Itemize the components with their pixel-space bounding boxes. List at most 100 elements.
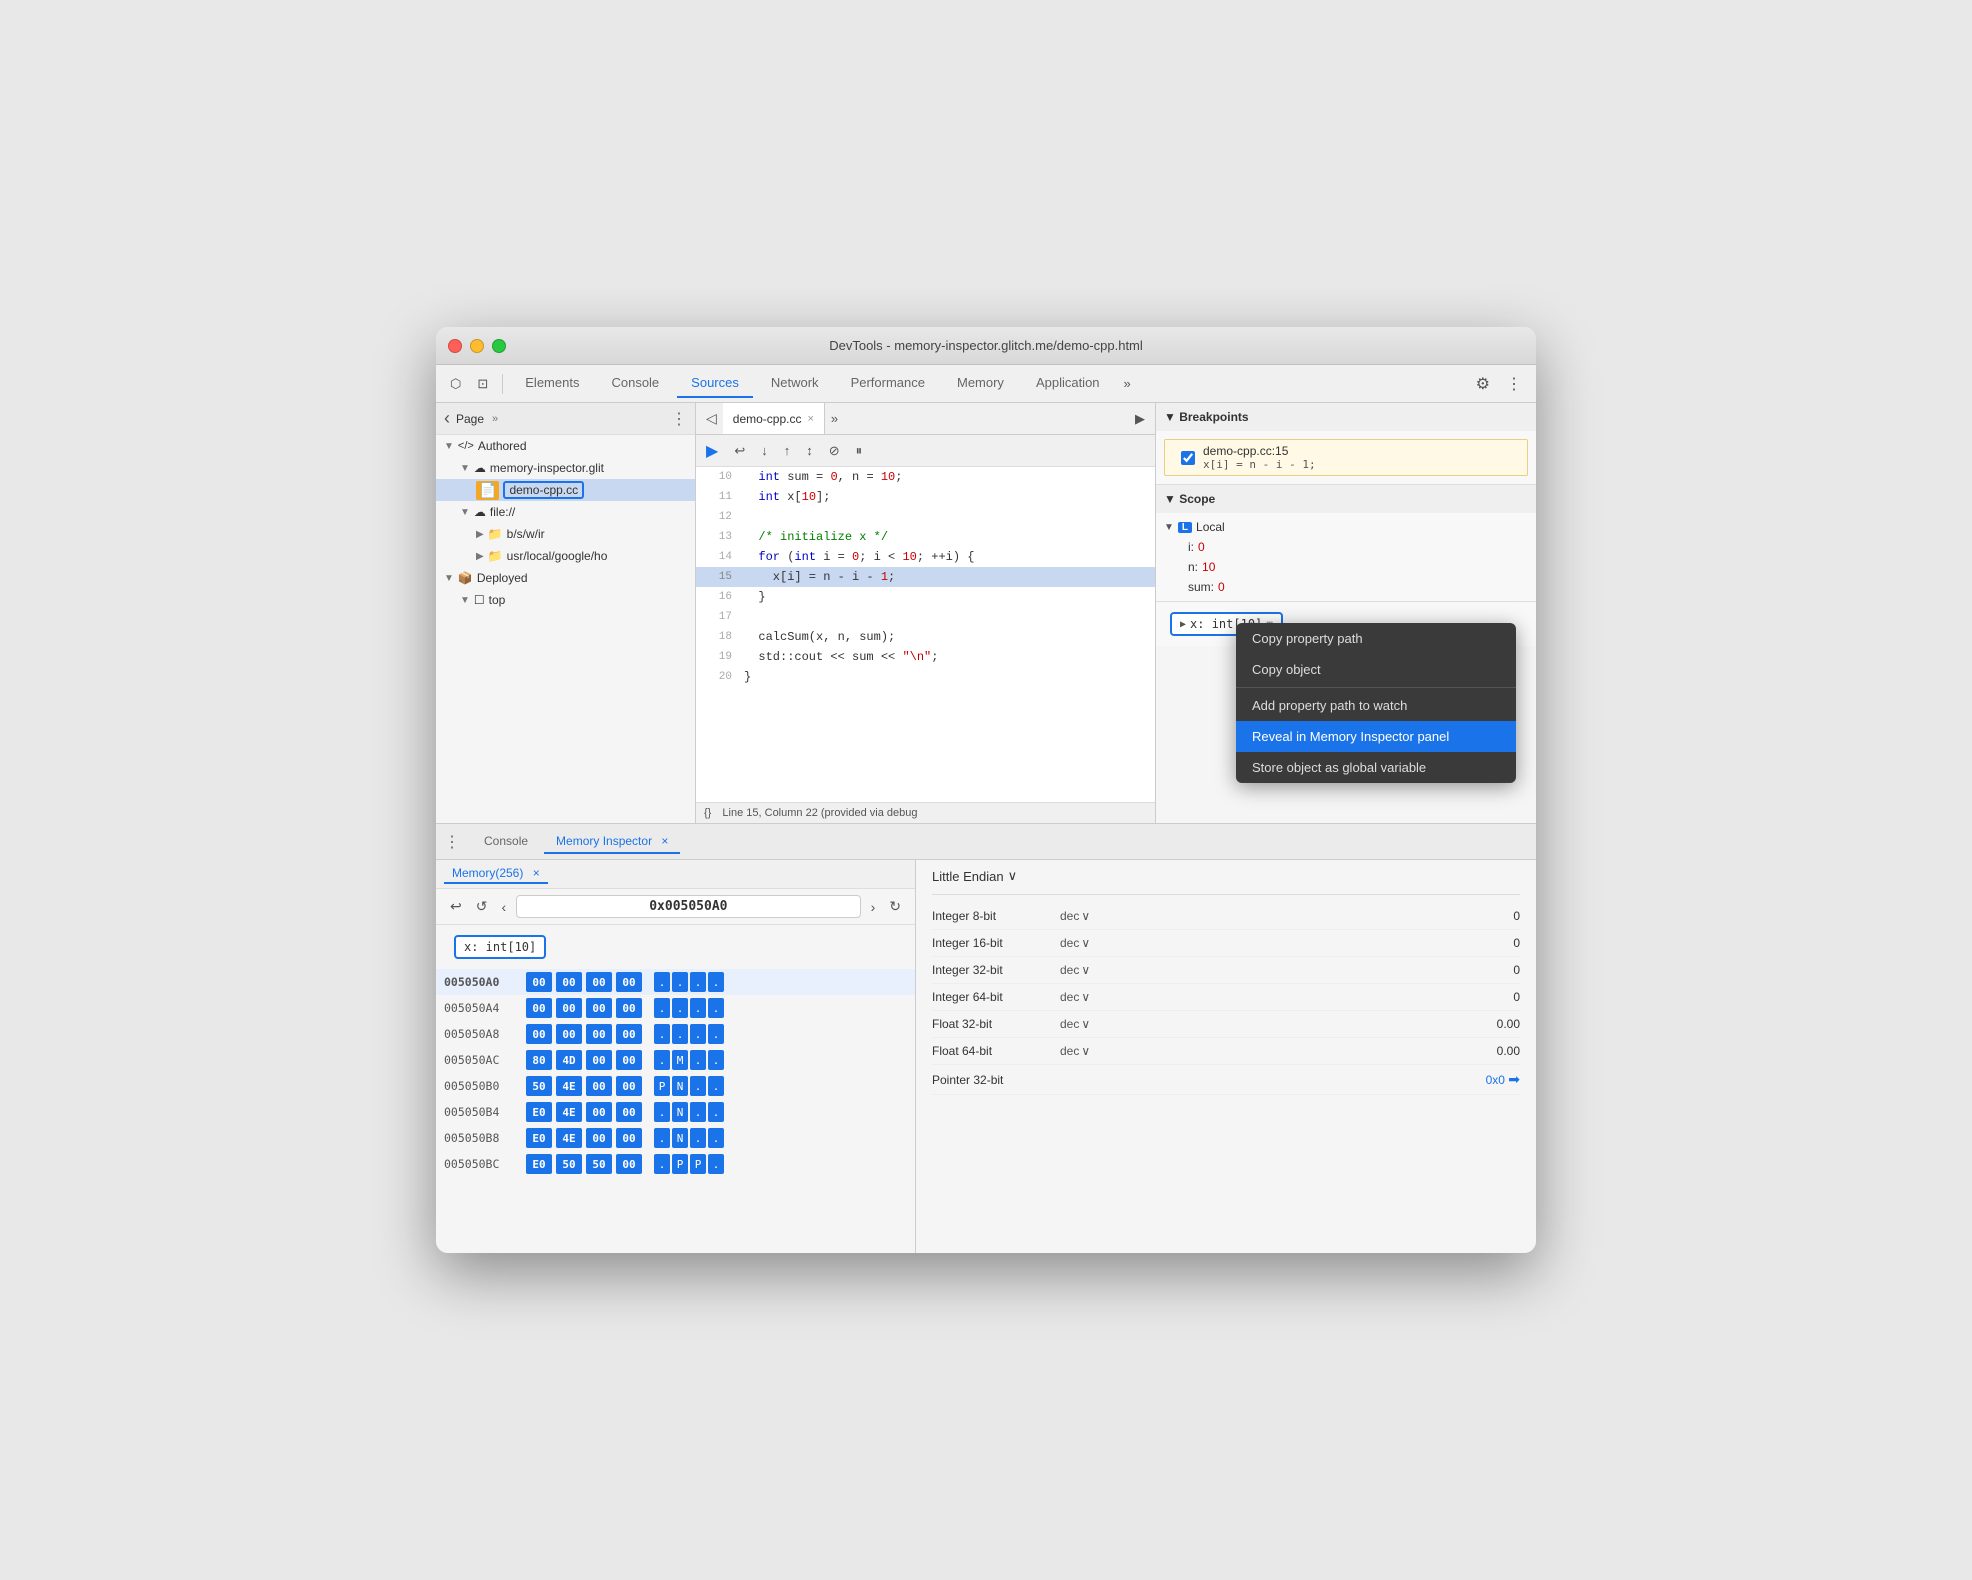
scope-var-n: n: 10: [1164, 557, 1528, 577]
row-bytes: 00 00 00 00: [526, 998, 642, 1018]
tree-file[interactable]: ▼ ☁ file://: [436, 501, 695, 523]
tab-network[interactable]: Network: [757, 369, 833, 398]
char: .: [708, 1024, 724, 1044]
file-icon: 📄: [476, 481, 499, 500]
memory-tag-row: x: int[10]: [436, 925, 915, 969]
memory-subtab[interactable]: Memory(256) ×: [444, 864, 548, 884]
type-label: Integer 16-bit: [932, 936, 1052, 950]
more-tabs[interactable]: »: [1118, 372, 1137, 395]
memory-tag: x: int[10]: [454, 935, 546, 959]
endian-selector[interactable]: Little Endian ∨: [932, 868, 1520, 895]
byte: 4E: [556, 1076, 582, 1096]
sidebar-more[interactable]: »: [492, 413, 498, 425]
breakpoints-label: ▼ Breakpoints: [1164, 410, 1249, 424]
type-format[interactable]: dec ∨: [1060, 1044, 1090, 1058]
minimize-button[interactable]: [470, 339, 484, 353]
debug-step-into[interactable]: ↑: [778, 439, 797, 462]
device-toggle[interactable]: ⊡: [471, 372, 494, 396]
ctx-copy-object[interactable]: Copy object: [1236, 654, 1516, 685]
tab-application[interactable]: Application: [1022, 369, 1114, 398]
char: .: [690, 1024, 706, 1044]
tree-memory-inspector[interactable]: ▼ ☁ memory-inspector.glit: [436, 457, 695, 479]
debug-step-out[interactable]: ↕: [800, 439, 819, 462]
address-input[interactable]: [516, 895, 860, 918]
row-chars: . P P .: [654, 1154, 724, 1174]
line-num: 10: [700, 471, 732, 483]
maximize-button[interactable]: [492, 339, 506, 353]
row-chars: . M . .: [654, 1050, 724, 1070]
tree-usr[interactable]: ▶ 📁 usr/local/google/ho: [436, 545, 695, 567]
debug-pause-ex[interactable]: ⏸: [850, 439, 869, 463]
row-chars: . . . .: [654, 998, 724, 1018]
type-val: 0: [1513, 909, 1520, 923]
sidebar-menu[interactable]: ⋮: [671, 409, 687, 429]
close-button[interactable]: [448, 339, 462, 353]
code-more-tabs[interactable]: »: [825, 407, 844, 430]
breakpoint-item: demo-cpp.cc:15 x[i] = n - i - 1;: [1164, 439, 1528, 476]
scope-header[interactable]: ▼ Scope: [1156, 485, 1536, 513]
line-num: 16: [700, 591, 732, 603]
char: N: [672, 1128, 688, 1148]
type-format[interactable]: dec ∨: [1060, 909, 1090, 923]
sidebar-back[interactable]: ‹: [444, 408, 450, 429]
nav-back[interactable]: ↩: [446, 896, 466, 917]
tree-bsw[interactable]: ▶ 📁 b/s/w/ir: [436, 523, 695, 545]
debug-deactivate[interactable]: ⊘: [823, 439, 846, 463]
tab-memory[interactable]: Memory: [943, 369, 1018, 398]
code-tab-demo[interactable]: demo-cpp.cc ×: [723, 403, 825, 434]
tab-elements[interactable]: Elements: [511, 369, 593, 398]
nav-forward[interactable]: ↺: [472, 896, 492, 917]
memory-inspector-content: Memory(256) × ↩ ↺ ‹ › ↻ x: int[10]: [436, 860, 1536, 1253]
type-format[interactable]: dec ∨: [1060, 990, 1090, 1004]
nav-next[interactable]: ›: [867, 897, 880, 917]
char: .: [654, 1024, 670, 1044]
tree-top[interactable]: ▼ ☐ top: [436, 589, 695, 611]
byte: 50: [526, 1076, 552, 1096]
nav-prev[interactable]: ‹: [497, 897, 510, 917]
ctx-copy-path[interactable]: Copy property path: [1236, 623, 1516, 654]
ctx-add-watch[interactable]: Add property path to watch: [1236, 690, 1516, 721]
pointer-link-icon[interactable]: ➡: [1508, 1071, 1520, 1087]
memory-right: Little Endian ∨ Integer 8-bit dec ∨ 0 In…: [916, 860, 1536, 1253]
row-bytes: E0 50 50 00: [526, 1154, 642, 1174]
code-status: {} Line 15, Column 22 (provided via debu…: [696, 802, 1155, 823]
byte: 4D: [556, 1050, 582, 1070]
settings-button[interactable]: ⚙: [1470, 370, 1496, 398]
type-format[interactable]: dec ∨: [1060, 936, 1090, 950]
ctx-store-global[interactable]: Store object as global variable: [1236, 752, 1516, 783]
breakpoint-checkbox[interactable]: [1181, 451, 1195, 465]
memory-row-3: 005050AC 80 4D 00 00 . M . .: [436, 1047, 915, 1073]
cursor-tool[interactable]: ⬡: [444, 372, 467, 396]
bottom-dots[interactable]: ⋮: [444, 832, 460, 852]
type-format[interactable]: dec ∨: [1060, 963, 1090, 977]
code-nav-back[interactable]: ◁: [700, 406, 723, 431]
type-format[interactable]: dec ∨: [1060, 1017, 1090, 1031]
tab-console[interactable]: Console: [597, 369, 673, 398]
ctx-reveal-memory[interactable]: Reveal in Memory Inspector panel: [1236, 721, 1516, 752]
tab-performance[interactable]: Performance: [837, 369, 939, 398]
code-tab-close[interactable]: ×: [807, 413, 813, 425]
bottom-tab-close[interactable]: ×: [661, 834, 668, 848]
tree-deployed[interactable]: ▼ 📦 Deployed: [436, 567, 695, 589]
breakpoints-header[interactable]: ▼ Breakpoints: [1156, 403, 1536, 431]
menu-button[interactable]: ⋮: [1500, 370, 1528, 398]
tree-arrow5: ▶: [476, 551, 484, 562]
bottom-tab-memory[interactable]: Memory Inspector ×: [544, 830, 680, 854]
code-run[interactable]: ▶: [1129, 407, 1151, 431]
row-bytes: 80 4D 00 00: [526, 1050, 642, 1070]
debug-pause[interactable]: ↩: [728, 439, 751, 463]
bottom-tab-console[interactable]: Console: [472, 830, 540, 854]
debug-step-over[interactable]: ↓: [755, 439, 774, 462]
tab-sources[interactable]: Sources: [677, 369, 753, 398]
char: .: [708, 1102, 724, 1122]
debug-resume[interactable]: ▶: [700, 437, 724, 465]
tree-demo-cpp[interactable]: 📄 demo-cpp.cc: [436, 479, 695, 501]
nav-refresh[interactable]: ↻: [885, 896, 905, 917]
byte: 00: [586, 1102, 612, 1122]
tree-authored[interactable]: ▼ </> Authored: [436, 435, 695, 457]
type-val-link[interactable]: 0x0 ➡: [1486, 1071, 1520, 1088]
memory-subtab-close[interactable]: ×: [533, 866, 540, 880]
type-label: Integer 8-bit: [932, 909, 1052, 923]
char: .: [672, 998, 688, 1018]
right-panel: ▼ Breakpoints demo-cpp.cc:15 x[i] = n - …: [1156, 403, 1536, 646]
